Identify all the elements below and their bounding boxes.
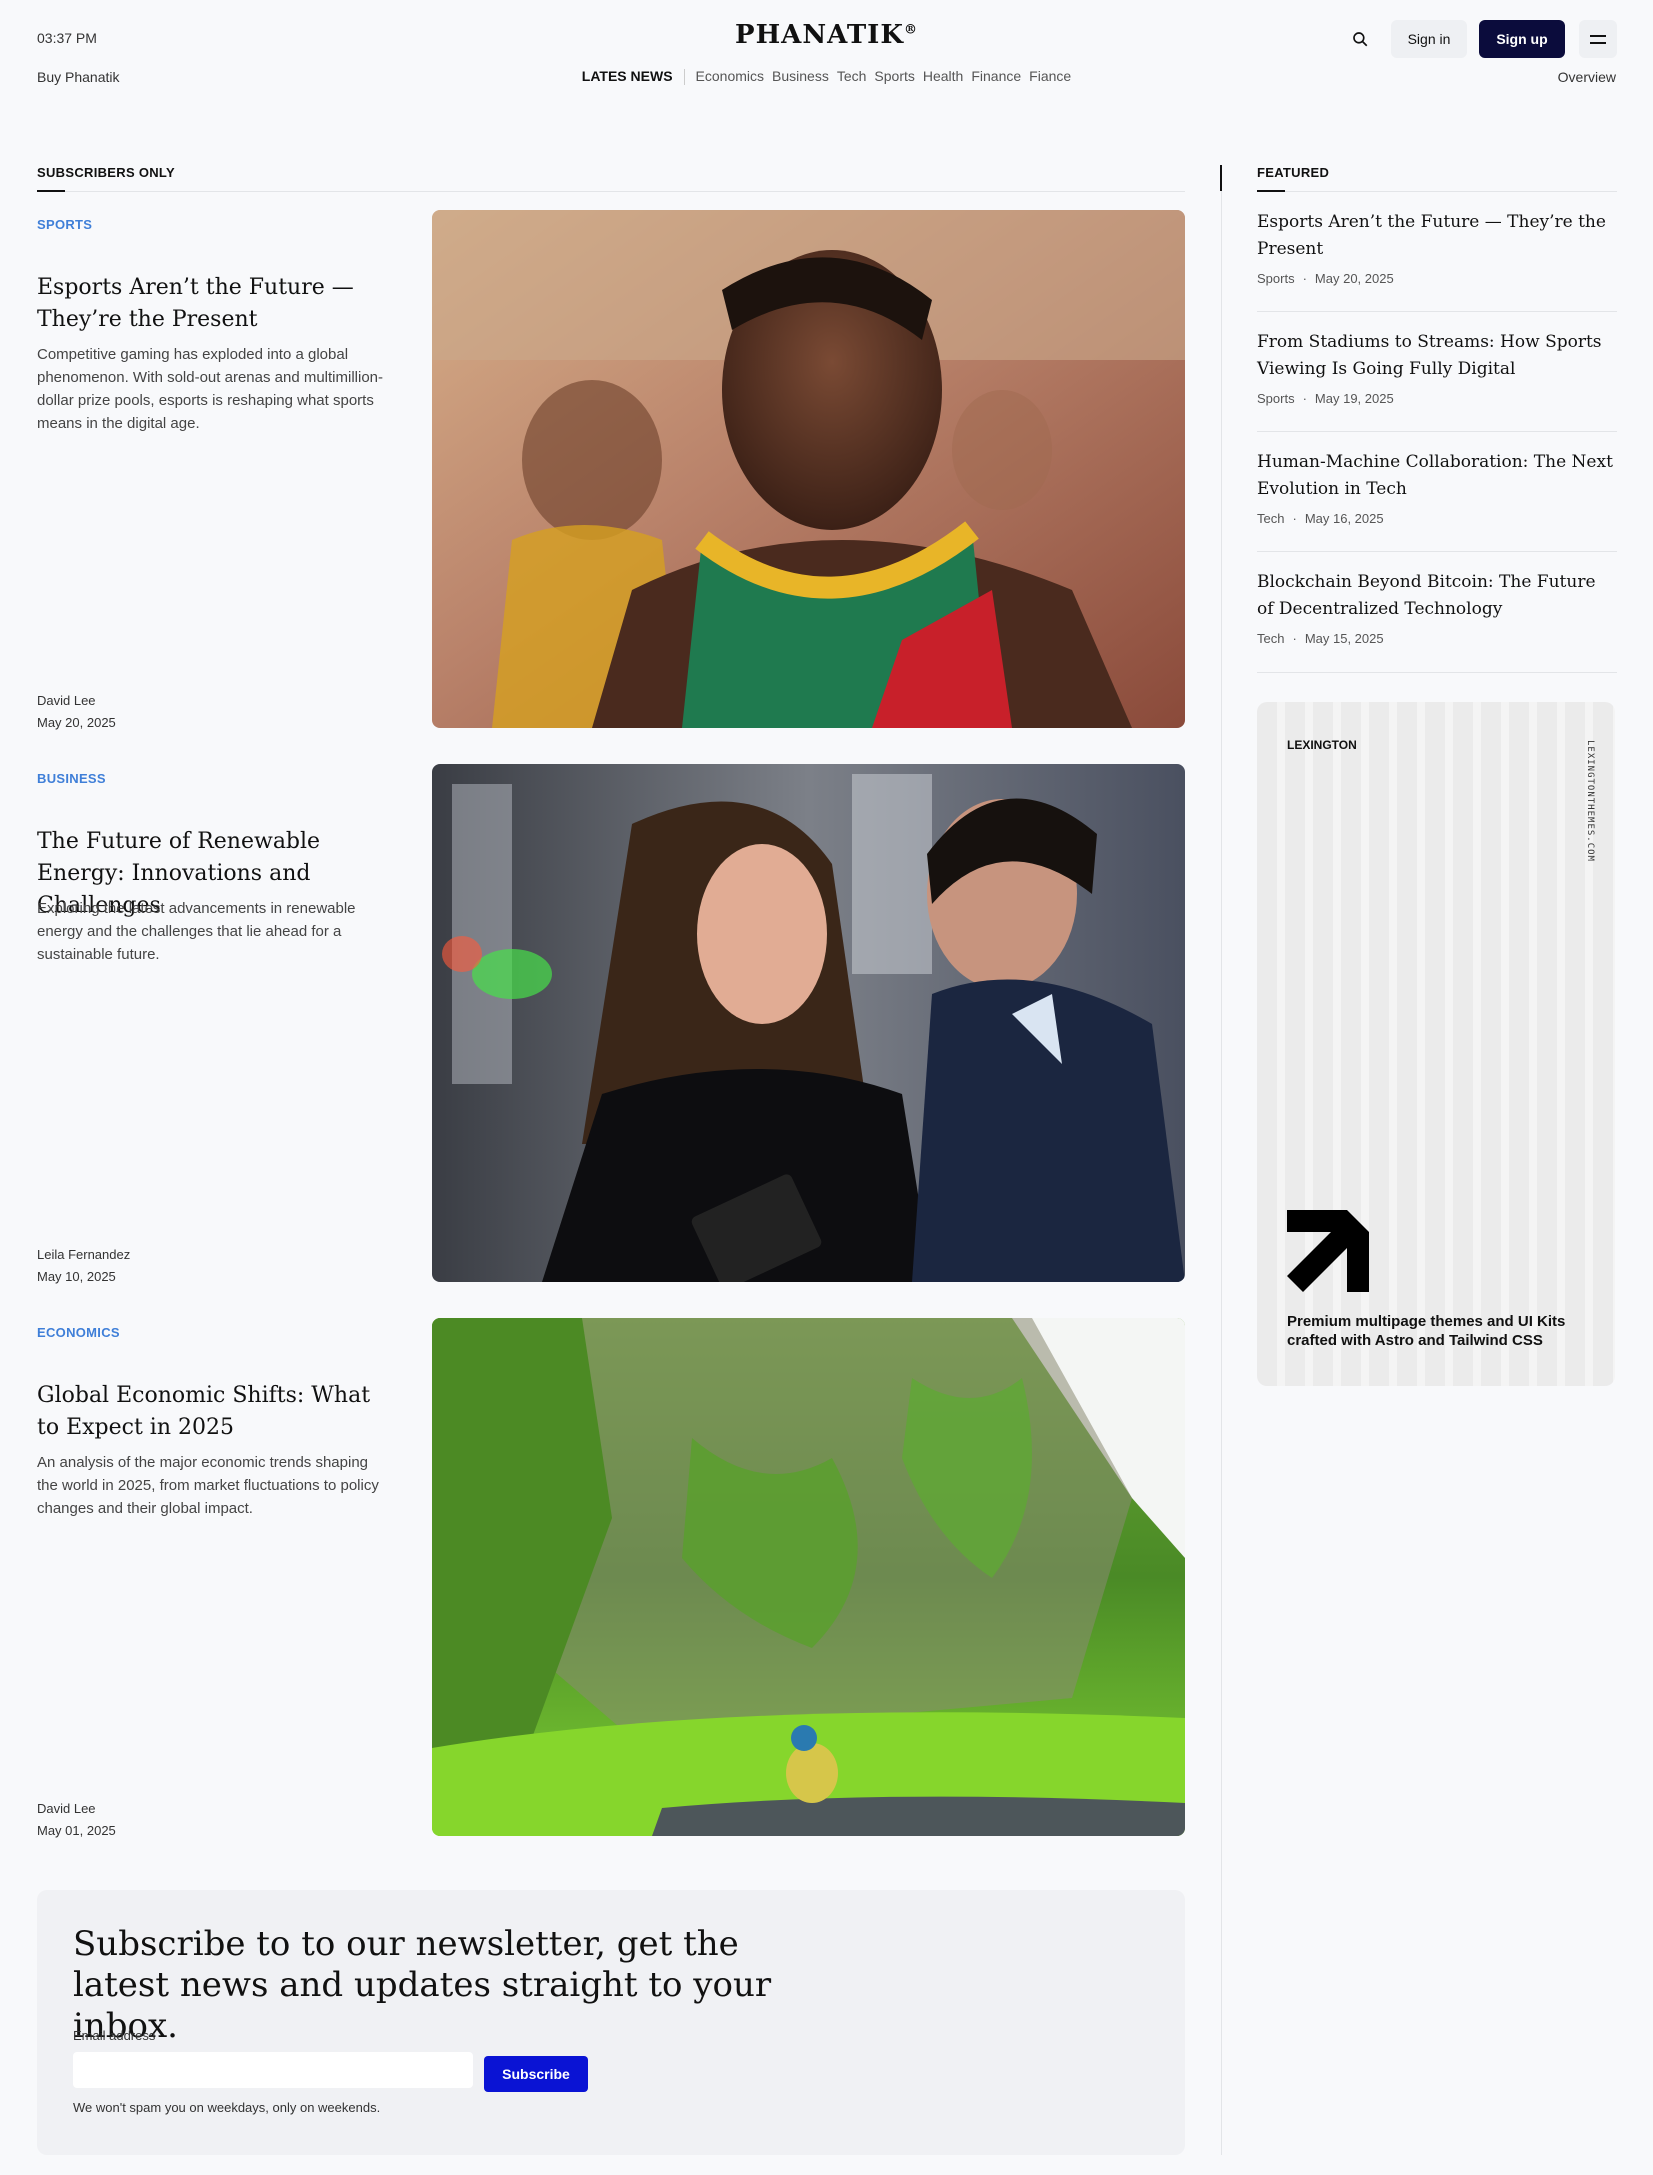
nav-item-business[interactable]: Business: [772, 68, 829, 84]
featured-title[interactable]: Esports Aren’t the Future — They’re the …: [1257, 209, 1617, 263]
featured-category[interactable]: Tech: [1257, 631, 1284, 646]
featured-item[interactable]: From Stadiums to Streams: How Sports Vie…: [1257, 329, 1617, 406]
article-description: An analysis of the major economic trends…: [37, 1454, 379, 1517]
featured-title[interactable]: Blockchain Beyond Bitcoin: The Future of…: [1257, 569, 1617, 623]
menu-icon: [1590, 34, 1606, 37]
nav-item-tech[interactable]: Tech: [837, 68, 867, 84]
search-button[interactable]: [1343, 22, 1377, 56]
logo-text: PHANATIK: [735, 20, 904, 50]
featured-date: May 20, 2025: [1314, 271, 1394, 286]
article-title[interactable]: Global Economic Shifts: What to Expect i…: [37, 1380, 397, 1444]
article-author: Leila Fernandez: [37, 1247, 131, 1262]
featured-item[interactable]: Blockchain Beyond Bitcoin: The Future of…: [1257, 569, 1617, 646]
site-header: 03:37 PM Buy Phanatik PHANATIK® LATES NE…: [0, 0, 1653, 110]
logo-mark: ®: [903, 22, 918, 38]
article-date: May 10, 2025: [37, 1269, 116, 1284]
featured-separator: [1257, 672, 1617, 673]
article-author: David Lee: [37, 1801, 96, 1816]
meta-dot: ·: [1292, 631, 1297, 646]
email-field[interactable]: [73, 2052, 473, 2088]
menu-icon-line: [1590, 41, 1606, 44]
featured-separator: [1257, 311, 1617, 312]
article-date: May 01, 2025: [37, 1823, 116, 1838]
main-nav: LATES NEWS Economics Business Tech Sports Hea…: [0, 68, 1653, 86]
article-date: May 20, 2025: [37, 715, 116, 730]
featured-meta: Sports · May 19, 2025: [1257, 391, 1617, 406]
article-card[interactable]: ECONOMICS Global Economic Shifts: What t…: [37, 1318, 1185, 1843]
featured-date: May 15, 2025: [1304, 631, 1384, 646]
ad-brand: LEXINGTON: [1287, 738, 1357, 752]
newsletter-note: We won't spam you on weekdays, only on w…: [73, 2100, 381, 2115]
article-card[interactable]: BUSINESS The Future of Renewable Energy:…: [37, 764, 1185, 1289]
sidebar-divider-accent: [1220, 165, 1222, 191]
ad-vertical-url: LEXINGTONTHEMES.COM: [1585, 740, 1595, 862]
featured-meta: Tech · May 15, 2025: [1257, 631, 1617, 646]
featured-divider: [1257, 191, 1617, 192]
nav-item-fiance[interactable]: Fiance: [1029, 68, 1071, 84]
article-category[interactable]: ECONOMICS: [37, 1325, 120, 1340]
nav-item-sports[interactable]: Sports: [874, 68, 914, 84]
featured-date: May 16, 2025: [1304, 511, 1384, 526]
article-category[interactable]: BUSINESS: [37, 771, 106, 786]
article-description: Exploring the latest advancements in ren…: [37, 900, 356, 963]
article-card[interactable]: SPORTS Esports Aren’t the Future — They’…: [37, 210, 1185, 735]
newsletter-box: Subscribe to to our newsletter, get the …: [37, 1890, 1185, 2155]
nav-divider: [683, 69, 685, 86]
meta-dot: ·: [1302, 271, 1307, 286]
featured-category[interactable]: Sports: [1257, 271, 1295, 286]
ad-tagline: Premium multipage themes and UI Kits cra…: [1287, 1313, 1566, 1349]
section-divider: [37, 191, 1185, 192]
article-title[interactable]: Esports Aren’t the Future — They’re the …: [37, 272, 397, 336]
subscribe-button[interactable]: Subscribe: [484, 2056, 588, 2092]
featured-meta: Sports · May 20, 2025: [1257, 271, 1617, 286]
featured-separator: [1257, 551, 1617, 552]
overview-link[interactable]: Overview: [1558, 69, 1616, 85]
meta-dot: ·: [1292, 511, 1297, 526]
email-label: Email address: [73, 2028, 156, 2043]
featured-separator: [1257, 431, 1617, 432]
section-title-featured: FEATURED: [1257, 165, 1330, 180]
newsletter-title: Subscribe to to our newsletter, get the …: [73, 1924, 772, 2046]
sign-up-button[interactable]: Sign up: [1479, 20, 1565, 58]
article-author: David Lee: [37, 693, 96, 708]
featured-category[interactable]: Sports: [1257, 391, 1295, 406]
article-image-cliff[interactable]: [432, 1318, 1185, 1836]
featured-category[interactable]: Tech: [1257, 511, 1284, 526]
featured-title[interactable]: Human-Machine Collaboration: The Next Ev…: [1257, 449, 1617, 503]
nav-item-economics[interactable]: Economics: [696, 68, 764, 84]
sidebar-divider: [1221, 165, 1222, 2155]
featured-item[interactable]: Esports Aren’t the Future — They’re the …: [1257, 209, 1617, 286]
sign-in-button[interactable]: Sign in: [1391, 20, 1467, 58]
nav-item-latest[interactable]: LATES NEWS: [582, 68, 673, 84]
section-title-subscribers: SUBSCRIBERS ONLY: [37, 165, 175, 180]
meta-dot: ·: [1302, 391, 1307, 406]
article-image-runner[interactable]: [432, 210, 1185, 728]
section-accent: [37, 190, 65, 192]
nav-item-health[interactable]: Health: [923, 68, 963, 84]
sponsor-ad[interactable]: LEXINGTON LEXINGTONTHEMES.COM Premium mu…: [1257, 702, 1615, 1386]
featured-item[interactable]: Human-Machine Collaboration: The Next Ev…: [1257, 449, 1617, 526]
featured-meta: Tech · May 16, 2025: [1257, 511, 1617, 526]
nav-item-finance[interactable]: Finance: [971, 68, 1021, 84]
featured-date: May 19, 2025: [1314, 391, 1394, 406]
article-category[interactable]: SPORTS: [37, 217, 92, 232]
search-icon: [1353, 32, 1368, 47]
featured-title[interactable]: From Stadiums to Streams: How Sports Vie…: [1257, 329, 1617, 383]
article-image-business[interactable]: [432, 764, 1185, 1282]
article-description: Competitive gaming has exploded into a g…: [37, 346, 384, 432]
menu-button[interactable]: [1579, 20, 1617, 58]
lexington-logo-icon: [1287, 1210, 1369, 1292]
featured-accent: [1257, 190, 1285, 192]
